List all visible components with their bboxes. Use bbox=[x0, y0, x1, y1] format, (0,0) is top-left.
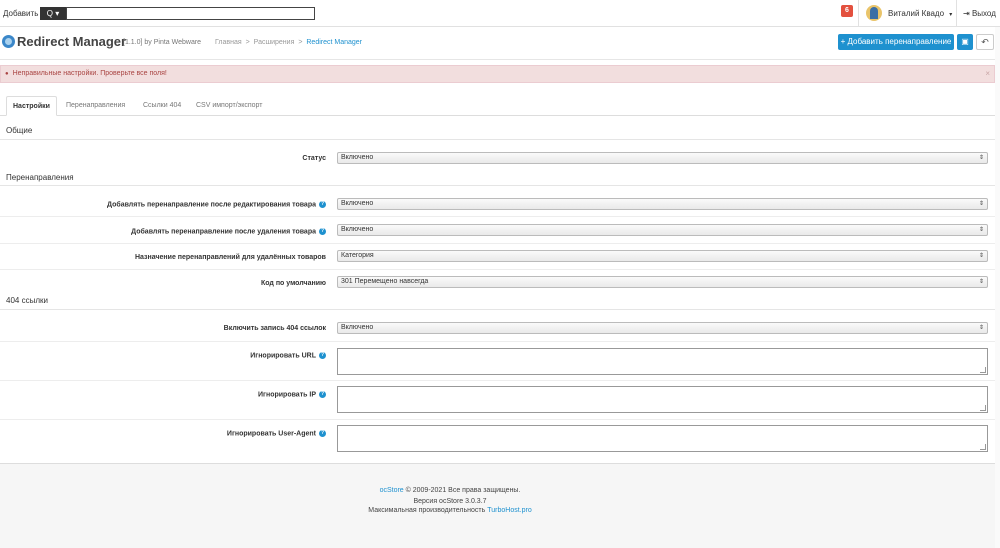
error-alert: ● Неправильные настройки. Проверьте все … bbox=[0, 65, 995, 83]
add-after-delete-select[interactable]: Включено ⇕ bbox=[337, 224, 988, 236]
default-code-label: Код по умолчанию bbox=[260, 280, 326, 287]
divider bbox=[0, 309, 995, 310]
deleted-target-value: Категория bbox=[341, 252, 374, 259]
help-icon[interactable]: ? bbox=[319, 391, 326, 398]
deleted-target-label: Назначение перенаправлений для удалённых… bbox=[135, 254, 326, 261]
caret-down-icon: ▾ bbox=[949, 12, 953, 18]
divider bbox=[0, 380, 995, 381]
ignore-url-label-text: Игнорировать URL bbox=[250, 352, 316, 360]
select-arrow-icon: ⇕ bbox=[978, 227, 984, 233]
alert-icon: ● bbox=[5, 71, 9, 77]
ignore-user-agent-textarea[interactable] bbox=[337, 425, 988, 452]
divider bbox=[956, 0, 957, 26]
help-icon[interactable]: ? bbox=[319, 228, 326, 235]
footer-copyright: ocStore © 2009-2021 Все права защищены. bbox=[0, 487, 900, 494]
footer-copyright-text: © 2009-2021 Все права защищены. bbox=[405, 487, 521, 494]
select-arrow-icon: ⇕ bbox=[978, 325, 984, 331]
save-button[interactable]: ▣ bbox=[957, 34, 973, 50]
ignore-ip-textarea[interactable] bbox=[337, 386, 988, 413]
help-icon[interactable]: ? bbox=[319, 430, 326, 437]
module-version: [1.1.0] by Pinta Webware bbox=[123, 39, 202, 46]
add-after-edit-label-text: Добавлять перенаправление после редактир… bbox=[107, 201, 316, 209]
ignore-user-agent-label-text: Игнорировать User-Agent bbox=[226, 430, 316, 438]
status-select[interactable]: Включено ⇕ bbox=[337, 152, 988, 164]
add-after-edit-label: Добавлять перенаправление после редактир… bbox=[107, 201, 326, 208]
section-title-redirects: Перенаправления bbox=[6, 173, 74, 182]
logout-link[interactable]: ⇥ Выход bbox=[963, 9, 996, 18]
breadcrumb-sep: > bbox=[245, 39, 250, 46]
module-logo-icon bbox=[2, 35, 15, 48]
log-404-label: Включить запись 404 ссылок bbox=[223, 325, 326, 332]
ignore-url-label: Игнорировать URL? bbox=[250, 352, 326, 359]
breadcrumb-sep: > bbox=[298, 39, 303, 46]
close-icon[interactable]: × bbox=[985, 66, 990, 82]
help-icon[interactable]: ? bbox=[319, 352, 326, 359]
add-menu-link[interactable]: Добавить bbox=[3, 9, 38, 18]
add-redirect-button[interactable]: + Добавить перенаправление bbox=[838, 34, 954, 50]
footer-version: Версия ocStore 3.0.3.7 bbox=[413, 498, 487, 505]
add-after-delete-label: Добавлять перенаправление после удаления… bbox=[131, 228, 326, 235]
divider bbox=[0, 419, 995, 420]
log-404-select[interactable]: Включено ⇕ bbox=[337, 322, 988, 334]
user-menu[interactable]: Виталий Квадо ▾ bbox=[888, 9, 952, 18]
deleted-target-select[interactable]: Категория ⇕ bbox=[337, 250, 988, 262]
ignore-ip-label-text: Игнорировать IP bbox=[258, 391, 316, 399]
help-icon[interactable]: ? bbox=[319, 201, 326, 208]
save-icon: ▣ bbox=[961, 37, 969, 46]
select-arrow-icon: ⇕ bbox=[978, 253, 984, 259]
tab-redirects[interactable]: Перенаправления bbox=[66, 96, 125, 116]
select-arrow-icon: ⇕ bbox=[978, 201, 984, 207]
back-icon: ↶ bbox=[981, 37, 989, 47]
notification-badge[interactable]: 6 bbox=[841, 5, 853, 17]
footer: ocStore © 2009-2021 Все права защищены. … bbox=[0, 464, 995, 548]
divider bbox=[0, 216, 995, 217]
divider bbox=[858, 0, 859, 26]
tab-settings[interactable]: Настройки bbox=[6, 96, 57, 116]
user-name: Виталий Квадо bbox=[888, 9, 945, 18]
logout-icon: ⇥ bbox=[963, 9, 970, 18]
alert-text: Неправильные настройки. Проверьте все по… bbox=[12, 70, 167, 77]
status-value: Включено bbox=[341, 154, 374, 161]
ignore-user-agent-label: Игнорировать User-Agent? bbox=[227, 430, 326, 437]
ignore-ip-label: Игнорировать IP? bbox=[258, 391, 326, 398]
breadcrumb-current[interactable]: Redirect Manager bbox=[306, 39, 362, 46]
search-button[interactable]: Q ▾ bbox=[40, 7, 66, 20]
page-title: Redirect Manager bbox=[17, 34, 127, 49]
search-input[interactable] bbox=[66, 7, 315, 20]
select-arrow-icon: ⇕ bbox=[978, 279, 984, 285]
divider bbox=[0, 139, 995, 140]
section-title-404: 404 ссылки bbox=[6, 296, 48, 305]
divider bbox=[0, 341, 995, 342]
footer-turbohost-link[interactable]: TurboHost.pro bbox=[487, 507, 531, 514]
section-title-general: Общие bbox=[6, 126, 33, 135]
status-label: Статус bbox=[302, 155, 326, 162]
add-after-edit-select[interactable]: Включено ⇕ bbox=[337, 198, 988, 210]
ignore-url-textarea[interactable] bbox=[337, 348, 988, 375]
tab-404-links[interactable]: Ссылки 404 bbox=[143, 96, 181, 116]
scrollbar-track[interactable] bbox=[995, 27, 1000, 548]
top-navbar: Добавить Q ▾ 6 Виталий Квадо ▾ ⇥ Выход bbox=[0, 0, 1000, 27]
footer-performance: Максимальная производительность TurboHos… bbox=[0, 507, 900, 514]
back-button[interactable]: ↶ bbox=[976, 34, 994, 50]
divider bbox=[0, 243, 995, 244]
divider bbox=[0, 269, 995, 270]
divider bbox=[0, 185, 995, 186]
breadcrumb: Главная > Расширения > Redirect Manager bbox=[215, 39, 362, 46]
tab-csv-import-export[interactable]: CSV импорт/экспорт bbox=[196, 96, 262, 116]
default-code-select[interactable]: 301 Перемещено навсегда ⇕ bbox=[337, 276, 988, 288]
breadcrumb-home[interactable]: Главная bbox=[215, 39, 242, 46]
log-404-value: Включено bbox=[341, 324, 374, 331]
add-after-delete-value: Включено bbox=[341, 226, 374, 233]
footer-brand-link[interactable]: ocStore bbox=[380, 487, 404, 494]
tab-bar: Настройки Перенаправления Ссылки 404 CSV… bbox=[0, 96, 995, 116]
footer-performance-text: Максимальная производительность bbox=[368, 507, 486, 514]
page-header: Redirect Manager [1.1.0] by Pinta Webwar… bbox=[0, 27, 1000, 60]
select-arrow-icon: ⇕ bbox=[978, 155, 984, 161]
breadcrumb-extensions[interactable]: Расширения bbox=[254, 39, 295, 46]
logout-label: Выход bbox=[971, 9, 996, 18]
avatar[interactable] bbox=[866, 5, 882, 21]
add-after-delete-label-text: Добавлять перенаправление после удаления… bbox=[131, 228, 316, 236]
add-after-edit-value: Включено bbox=[341, 200, 374, 207]
default-code-value: 301 Перемещено навсегда bbox=[341, 278, 429, 285]
